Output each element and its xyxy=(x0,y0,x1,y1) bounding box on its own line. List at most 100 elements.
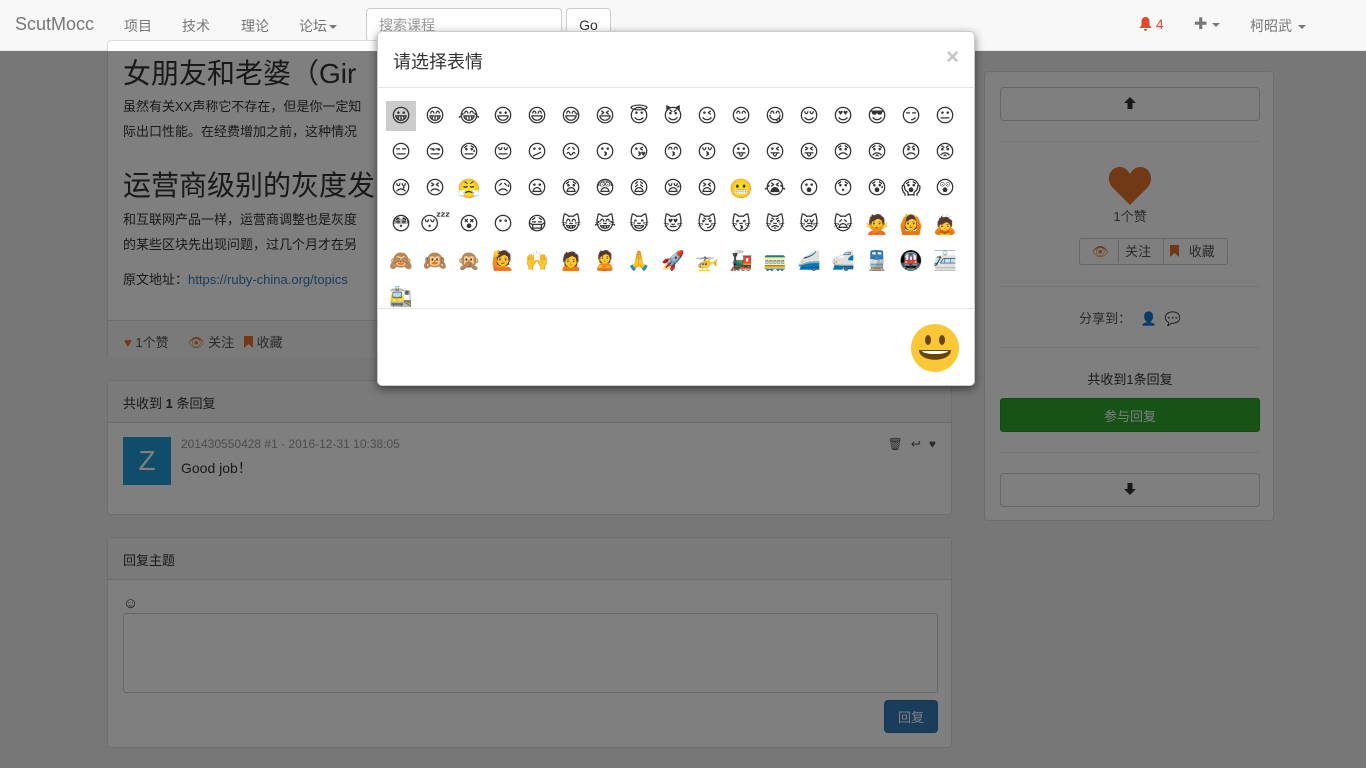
emoji-option[interactable]: 😔 xyxy=(488,137,518,167)
nav-forum[interactable]: 论坛 xyxy=(299,16,337,36)
emoji-option[interactable]: 🚇 xyxy=(896,245,926,275)
emoji-option[interactable]: 😏 xyxy=(896,101,926,131)
nav-tech[interactable]: 技术 xyxy=(182,16,210,36)
emoji-option[interactable]: 😬 xyxy=(726,173,756,203)
emoji-option[interactable]: 🙎 xyxy=(590,245,620,275)
emoji-option[interactable]: 😘 xyxy=(624,137,654,167)
plus-icon: ✚ xyxy=(1194,16,1208,33)
emoji-option[interactable]: 😸 xyxy=(556,209,586,239)
emoji-option[interactable]: 🚉 xyxy=(386,281,416,311)
emoji-option[interactable]: 😋 xyxy=(760,101,790,131)
emoji-option[interactable]: 😈 xyxy=(658,101,688,131)
emoji-option[interactable]: 🙀 xyxy=(828,209,858,239)
emoji-option[interactable]: 😧 xyxy=(556,173,586,203)
nav-forum-label: 论坛 xyxy=(299,18,327,34)
emoji-option[interactable]: 😊 xyxy=(726,101,756,131)
emoji-option[interactable]: 😡 xyxy=(930,137,960,167)
emoji-option[interactable]: 😼 xyxy=(692,209,722,239)
emoji-option[interactable]: 😁 xyxy=(420,101,450,131)
emoji-option[interactable]: 😴 xyxy=(420,209,450,239)
emoji-option[interactable]: 😪 xyxy=(658,173,688,203)
emoji-option[interactable]: 😹 xyxy=(590,209,620,239)
emoji-option[interactable]: 😣 xyxy=(420,173,450,203)
emoji-option[interactable]: 😱 xyxy=(896,173,926,203)
emoji-option[interactable]: 🙇 xyxy=(930,209,960,239)
emoji-option[interactable]: 😽 xyxy=(726,209,756,239)
emoji-option[interactable]: 😲 xyxy=(930,173,960,203)
emoji-option[interactable]: 🚅 xyxy=(828,245,858,275)
emoji-option[interactable]: 😵 xyxy=(454,209,484,239)
emoji-option[interactable]: 😗 xyxy=(590,137,620,167)
emoji-option[interactable]: 😩 xyxy=(624,173,654,203)
emoji-option[interactable]: 😖 xyxy=(556,137,586,167)
emoji-option[interactable]: 😕 xyxy=(522,137,552,167)
emoji-option[interactable]: 😓 xyxy=(454,137,484,167)
emoji-option[interactable]: 😑 xyxy=(386,137,416,167)
emoji-option[interactable]: 😝 xyxy=(794,137,824,167)
emoji-option[interactable]: 🙋 xyxy=(488,245,518,275)
emoji-option[interactable]: 😥 xyxy=(488,173,518,203)
notifications-button[interactable]: 4 xyxy=(1139,16,1164,32)
emoji-option[interactable]: 😇 xyxy=(624,101,654,131)
emoji-option[interactable]: 😎 xyxy=(862,101,892,131)
emoji-option[interactable]: 😯 xyxy=(828,173,858,203)
emoji-option[interactable]: 😒 xyxy=(420,137,450,167)
emoji-option[interactable]: 😐 xyxy=(930,101,960,131)
emoji-option[interactable]: 😌 xyxy=(794,101,824,131)
emoji-option[interactable]: 😺 xyxy=(624,209,654,239)
new-menu-button[interactable]: ✚ xyxy=(1194,14,1221,34)
emoji-option[interactable]: 😫 xyxy=(692,173,722,203)
emoji-option[interactable]: 😻 xyxy=(658,209,688,239)
emoji-option[interactable]: 😶 xyxy=(488,209,518,239)
close-button[interactable]: × xyxy=(946,44,959,70)
grinning-face-icon xyxy=(911,324,959,372)
emoji-option[interactable]: 😭 xyxy=(760,173,790,203)
emoji-option[interactable]: 🚆 xyxy=(862,245,892,275)
emoji-option[interactable]: 😟 xyxy=(862,137,892,167)
emoji-option[interactable]: 🙉 xyxy=(420,245,450,275)
emoji-option[interactable]: 😛 xyxy=(726,137,756,167)
emoji-option[interactable]: 🚀 xyxy=(658,245,688,275)
emoji-option[interactable]: 😿 xyxy=(794,209,824,239)
emoji-option[interactable]: 😦 xyxy=(522,173,552,203)
emoji-option[interactable]: 😢 xyxy=(386,173,416,203)
emoji-option[interactable]: 😄 xyxy=(522,101,552,131)
caret-down-icon xyxy=(329,25,337,30)
emoji-option[interactable]: 🚄 xyxy=(794,245,824,275)
emoji-option[interactable]: 🚂 xyxy=(726,245,756,275)
emoji-option[interactable]: 😳 xyxy=(386,209,416,239)
emoji-option[interactable]: 😍 xyxy=(828,101,858,131)
emoji-option[interactable]: 😉 xyxy=(692,101,722,131)
emoji-option[interactable]: 🚈 xyxy=(930,245,960,275)
emoji-option[interactable]: 😀 xyxy=(386,101,416,131)
emoji-option[interactable]: 😤 xyxy=(454,173,484,203)
emoji-option[interactable]: 😙 xyxy=(658,137,688,167)
emoji-option[interactable]: 🚃 xyxy=(760,245,790,275)
emoji-option[interactable]: 😾 xyxy=(760,209,790,239)
emoji-option[interactable]: 😠 xyxy=(896,137,926,167)
emoji-option[interactable]: 😞 xyxy=(828,137,858,167)
emoji-option[interactable]: 😂 xyxy=(454,101,484,131)
user-menu[interactable]: 柯昭武 xyxy=(1250,16,1306,36)
emoji-option[interactable]: 🙊 xyxy=(454,245,484,275)
emoji-option[interactable]: 😚 xyxy=(692,137,722,167)
emoji-option[interactable]: 😅 xyxy=(556,101,586,131)
emoji-option[interactable]: 🙈 xyxy=(386,245,416,275)
emoji-option[interactable]: 😃 xyxy=(488,101,518,131)
emoji-option[interactable]: 🙆 xyxy=(896,209,926,239)
brand-logo[interactable]: ScutMocc xyxy=(15,14,94,35)
emoji-option[interactable]: 🙍 xyxy=(556,245,586,275)
nav-theory[interactable]: 理论 xyxy=(241,16,269,36)
emoji-option[interactable]: 🙌 xyxy=(522,245,552,275)
emoji-option[interactable]: 🚁 xyxy=(692,245,722,275)
emoji-option[interactable]: 😜 xyxy=(760,137,790,167)
notification-count: 4 xyxy=(1155,16,1164,32)
emoji-option[interactable]: 😰 xyxy=(862,173,892,203)
emoji-option[interactable]: 😨 xyxy=(590,173,620,203)
emoji-option[interactable]: 🙅 xyxy=(862,209,892,239)
emoji-option[interactable]: 😮 xyxy=(794,173,824,203)
emoji-option[interactable]: 😷 xyxy=(522,209,552,239)
emoji-option[interactable]: 😆 xyxy=(590,101,620,131)
nav-projects[interactable]: 项目 xyxy=(124,16,152,36)
emoji-option[interactable]: 🙏 xyxy=(624,245,654,275)
